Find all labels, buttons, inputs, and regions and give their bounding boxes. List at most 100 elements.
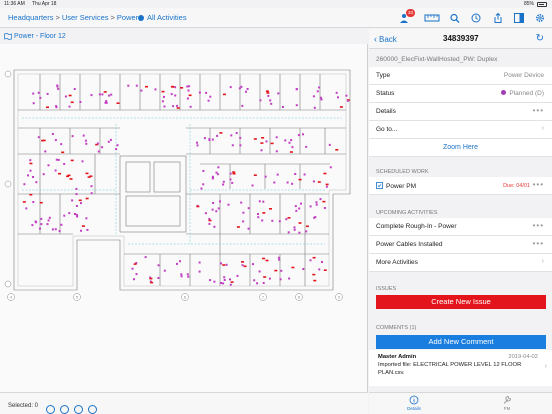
device-marker[interactable] <box>209 95 212 98</box>
goto-row[interactable]: Go to... › <box>369 121 552 139</box>
device-marker[interactable] <box>176 262 178 265</box>
device-marker[interactable] <box>87 176 91 178</box>
device-marker[interactable] <box>321 261 323 263</box>
device-marker[interactable] <box>68 94 72 97</box>
device-marker[interactable] <box>35 221 38 224</box>
device-marker[interactable] <box>67 174 71 177</box>
tab-pm[interactable]: PM <box>487 395 527 411</box>
device-marker[interactable] <box>246 88 249 90</box>
device-marker[interactable] <box>223 279 226 281</box>
device-marker[interactable] <box>298 207 301 210</box>
device-marker[interactable] <box>232 172 236 175</box>
device-marker[interactable] <box>271 219 274 222</box>
tab-details[interactable]: Details <box>394 395 434 411</box>
floor-plan-drawing[interactable]: 4 5 6 7 8 9 <box>0 44 368 392</box>
device-marker[interactable] <box>54 169 57 172</box>
device-marker[interactable] <box>150 281 154 284</box>
device-marker[interactable] <box>131 267 134 270</box>
device-marker[interactable] <box>174 94 177 97</box>
device-marker[interactable] <box>247 207 250 210</box>
device-marker[interactable] <box>187 89 190 92</box>
device-marker[interactable] <box>289 151 293 153</box>
refresh-icon[interactable]: ↻ <box>536 33 544 44</box>
device-marker[interactable] <box>269 99 272 102</box>
device-marker[interactable] <box>85 217 88 220</box>
device-marker[interactable] <box>320 98 323 101</box>
device-marker[interactable] <box>230 281 234 283</box>
zoom-here-button[interactable]: Zoom Here <box>369 139 552 157</box>
device-marker[interactable] <box>312 180 315 183</box>
device-marker[interactable] <box>313 216 316 219</box>
device-marker[interactable] <box>231 144 234 147</box>
device-marker[interactable] <box>96 142 99 145</box>
device-marker[interactable] <box>157 277 160 279</box>
device-marker[interactable] <box>109 138 112 141</box>
device-marker[interactable] <box>69 178 73 180</box>
device-marker[interactable] <box>313 279 317 282</box>
device-marker[interactable] <box>25 207 28 210</box>
device-marker[interactable] <box>176 104 178 107</box>
device-marker[interactable] <box>110 93 113 96</box>
device-marker[interactable] <box>287 217 291 219</box>
device-marker[interactable] <box>176 107 180 109</box>
device-marker[interactable] <box>239 144 242 147</box>
device-marker[interactable] <box>212 176 214 179</box>
device-marker[interactable] <box>133 278 135 281</box>
device-marker[interactable] <box>288 141 291 144</box>
device-marker[interactable] <box>280 269 283 272</box>
device-marker[interactable] <box>315 203 318 206</box>
device-marker[interactable] <box>335 91 338 94</box>
device-marker[interactable] <box>300 202 302 205</box>
device-marker[interactable] <box>286 181 289 184</box>
device-marker[interactable] <box>105 100 108 103</box>
device-marker[interactable] <box>70 101 74 104</box>
device-marker[interactable] <box>229 283 232 286</box>
device-marker[interactable] <box>180 273 183 276</box>
plan-title[interactable]: Power - Floor 12 <box>14 33 66 40</box>
device-marker[interactable] <box>222 180 225 183</box>
device-marker[interactable] <box>174 86 177 89</box>
device-marker[interactable] <box>154 88 157 91</box>
device-marker[interactable] <box>115 148 118 151</box>
device-marker[interactable] <box>291 266 295 269</box>
device-marker[interactable] <box>262 257 266 260</box>
device-marker[interactable] <box>85 142 88 145</box>
device-marker[interactable] <box>313 106 316 109</box>
device-marker[interactable] <box>200 187 203 190</box>
device-marker[interactable] <box>188 94 192 97</box>
device-marker[interactable] <box>347 99 349 102</box>
device-marker[interactable] <box>339 106 343 108</box>
device-marker[interactable] <box>86 228 89 231</box>
device-marker[interactable] <box>274 269 278 272</box>
device-marker[interactable] <box>81 160 84 163</box>
more-activities-row[interactable]: More Activities › <box>369 254 552 272</box>
device-marker[interactable] <box>262 282 265 284</box>
device-marker[interactable] <box>35 181 38 184</box>
device-marker[interactable] <box>157 264 160 267</box>
select-all-icon[interactable] <box>46 405 55 414</box>
upcoming-activity-item[interactable]: Power Cables Installed ••• <box>369 236 552 254</box>
device-marker[interactable] <box>71 135 74 138</box>
device-marker[interactable] <box>323 207 326 209</box>
device-marker[interactable] <box>263 276 267 278</box>
device-marker[interactable] <box>220 282 223 284</box>
device-marker[interactable] <box>187 275 190 278</box>
device-marker[interactable] <box>42 173 45 176</box>
device-marker[interactable] <box>241 104 244 107</box>
device-marker[interactable] <box>260 142 264 144</box>
device-marker[interactable] <box>198 91 201 94</box>
more-icon[interactable]: ••• <box>533 239 544 248</box>
device-marker[interactable] <box>257 213 259 215</box>
device-marker[interactable] <box>101 146 104 149</box>
device-marker[interactable] <box>202 183 205 186</box>
device-marker[interactable] <box>253 174 257 176</box>
device-marker[interactable] <box>295 104 298 107</box>
device-marker[interactable] <box>75 193 78 196</box>
device-marker[interactable] <box>145 85 148 88</box>
device-marker[interactable] <box>241 261 244 263</box>
gear-icon[interactable] <box>534 13 546 23</box>
device-marker[interactable] <box>196 141 198 144</box>
device-marker[interactable] <box>265 259 269 262</box>
device-marker[interactable] <box>179 260 181 263</box>
device-marker[interactable] <box>81 225 85 227</box>
